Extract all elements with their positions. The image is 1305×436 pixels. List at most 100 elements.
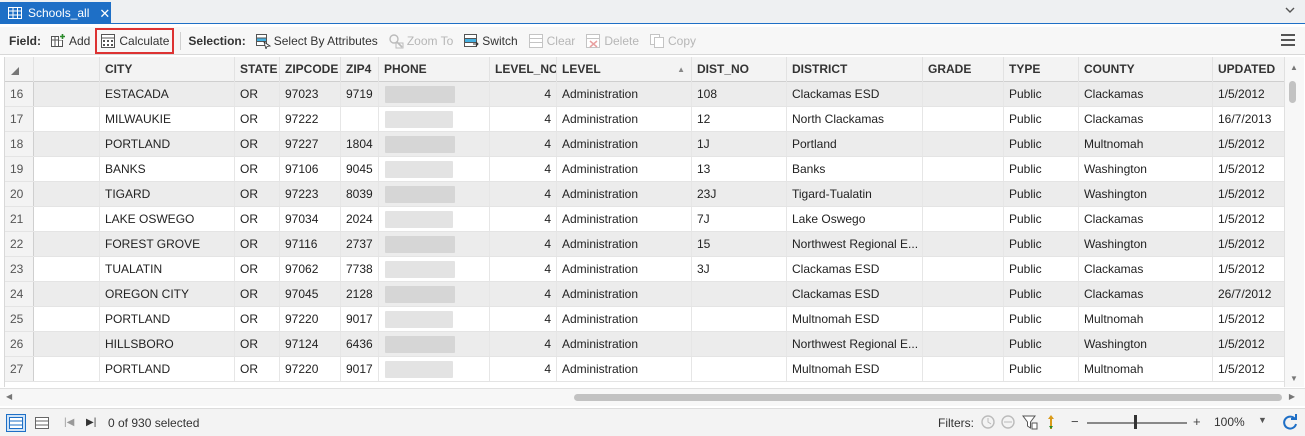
cell-level-no[interactable]: 4 [490,82,557,106]
cell-zipcode[interactable]: 97124 [280,332,341,356]
column-header-level[interactable]: LEVEL ▲ [557,57,692,82]
chevron-down-icon[interactable] [1285,5,1297,17]
cell-zipcode[interactable]: 97223 [280,182,341,206]
cell-phone[interactable] [379,157,490,181]
cell-district[interactable]: Banks [787,157,923,181]
cell-level[interactable]: Administration [557,232,692,256]
cell-type[interactable]: Public [1004,232,1079,256]
cell-city[interactable]: BANKS [100,157,235,181]
select-all-corner[interactable] [5,57,34,82]
vertical-scrollbar[interactable]: ▲ ▼ [1284,57,1304,387]
cell-type[interactable]: Public [1004,182,1079,206]
cell-dist-no[interactable]: 3J [692,257,787,281]
cell-grade[interactable] [923,232,1004,256]
copy-selection-button[interactable]: Copy [646,30,699,52]
table-row[interactable]: 25 PORTLAND OR 97220 9017 4 Administration Mult… [5,307,1284,332]
cell-level[interactable]: Administration [557,307,692,331]
cell-updated[interactable]: 26/7/2012 [1213,282,1284,306]
column-header-type[interactable]: TYPE [1004,57,1079,82]
column-header-zipcode[interactable]: ZIPCODE [280,57,341,82]
cell-zipcode[interactable]: 97106 [280,157,341,181]
row-number[interactable]: 25 [5,307,34,331]
zoom-out-button[interactable]: − [1071,414,1079,429]
cell-district[interactable]: Clackamas ESD [787,257,923,281]
column-header-updated[interactable]: UPDATED [1213,57,1284,82]
column-header-county[interactable]: COUNTY [1079,57,1213,82]
cell-city[interactable]: TIGARD [100,182,235,206]
cell-level-no[interactable]: 4 [490,332,557,356]
row-number[interactable]: 20 [5,182,34,206]
cell-zip4[interactable]: 8039 [341,182,379,206]
cell-state[interactable]: OR [235,182,280,206]
cell-state[interactable]: OR [235,332,280,356]
delete-selection-button[interactable]: Delete [582,30,642,52]
cell-updated[interactable]: 1/5/2012 [1213,182,1284,206]
cell-zipcode[interactable]: 97034 [280,207,341,231]
chevron-down-icon[interactable]: ▼ [1258,415,1267,425]
table-row[interactable]: 19 BANKS OR 97106 9045 4 Administration 13 Banks… [5,157,1284,182]
cell-city[interactable]: MILWAUKIE [100,107,235,131]
cell-phone[interactable] [379,107,490,131]
column-header-blank[interactable] [34,57,100,82]
cell-city[interactable]: ESTACADA [100,82,235,106]
cell-phone[interactable] [379,332,490,356]
cell-county[interactable]: Multnomah [1079,357,1213,381]
cell-county[interactable]: Washington [1079,157,1213,181]
cell-phone[interactable] [379,282,490,306]
row-blank-cell[interactable] [34,357,100,381]
cell-dist-no[interactable]: 15 [692,232,787,256]
scroll-up-icon[interactable]: ▲ [1290,63,1298,72]
add-field-button[interactable]: Add [47,30,93,52]
cell-grade[interactable] [923,82,1004,106]
cell-district[interactable]: Clackamas ESD [787,282,923,306]
cell-district[interactable]: Northwest Regional E... [787,332,923,356]
cell-level[interactable]: Administration [557,282,692,306]
table-row[interactable]: 22 FOREST GROVE OR 97116 2737 4 Administration… [5,232,1284,257]
cell-updated[interactable]: 1/5/2012 [1213,332,1284,356]
cell-district[interactable]: Multnomah ESD [787,307,923,331]
cell-zipcode[interactable]: 97222 [280,107,341,131]
cell-dist-no[interactable] [692,282,787,306]
cell-city[interactable]: OREGON CITY [100,282,235,306]
last-record-icon[interactable]: ▶| [86,417,98,428]
cell-level[interactable]: Administration [557,182,692,206]
scroll-right-icon[interactable]: ▶ [1289,392,1295,401]
cell-grade[interactable] [923,357,1004,381]
cell-type[interactable]: Public [1004,307,1079,331]
cell-dist-no[interactable] [692,357,787,381]
cell-city[interactable]: TUALATIN [100,257,235,281]
cell-updated[interactable]: 1/5/2012 [1213,82,1284,106]
cell-grade[interactable] [923,182,1004,206]
cell-dist-no[interactable]: 7J [692,207,787,231]
cell-type[interactable]: Public [1004,282,1079,306]
column-header-district[interactable]: DISTRICT [787,57,923,82]
column-header-level-no[interactable]: LEVEL_NO [490,57,557,82]
row-number[interactable]: 19 [5,157,34,181]
show-all-records-button[interactable] [6,413,26,432]
calculate-field-button[interactable]: Calculate [95,27,175,54]
cell-county[interactable]: Multnomah [1079,307,1213,331]
row-number[interactable]: 24 [5,282,34,306]
cell-city[interactable]: FOREST GROVE [100,232,235,256]
cell-district[interactable]: Clackamas ESD [787,82,923,106]
cell-level[interactable]: Administration [557,157,692,181]
cell-dist-no[interactable]: 13 [692,157,787,181]
cell-zip4[interactable]: 9017 [341,357,379,381]
cell-state[interactable]: OR [235,207,280,231]
cell-updated[interactable]: 1/5/2012 [1213,132,1284,156]
cell-type[interactable]: Public [1004,332,1079,356]
cell-district[interactable]: Northwest Regional E... [787,232,923,256]
cell-zipcode[interactable]: 97220 [280,307,341,331]
cell-phone[interactable] [379,182,490,206]
cell-grade[interactable] [923,332,1004,356]
cell-level[interactable]: Administration [557,357,692,381]
cell-level[interactable]: Administration [557,82,692,106]
zoom-slider-thumb[interactable] [1134,415,1137,429]
zoom-level-select[interactable]: 100% [1214,415,1245,429]
cell-city[interactable]: PORTLAND [100,307,235,331]
cell-zipcode[interactable]: 97227 [280,132,341,156]
cell-state[interactable]: OR [235,132,280,156]
cell-type[interactable]: Public [1004,132,1079,156]
scroll-left-icon[interactable]: ◀ [6,392,12,401]
cell-level-no[interactable]: 4 [490,107,557,131]
